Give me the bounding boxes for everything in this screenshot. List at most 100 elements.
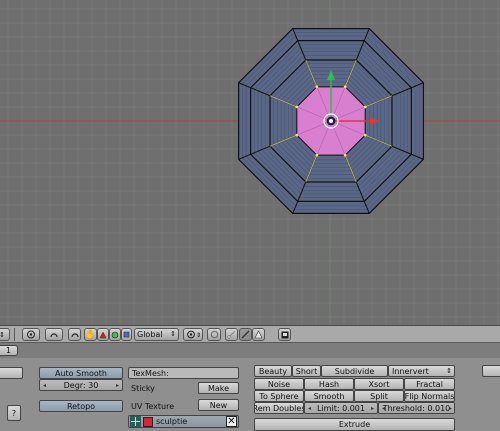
uv-layer-row[interactable]: sculptie ✕: [128, 415, 239, 428]
square-blue-icon: [123, 331, 130, 338]
flip-normals-button[interactable]: Flip Normals: [404, 390, 455, 402]
box-mode-button[interactable]: [121, 328, 132, 341]
retopo-button[interactable]: Retopo: [39, 400, 123, 412]
pivot-button[interactable]: ⇕: [183, 328, 203, 341]
limit-value: Limit: 0.001: [317, 403, 365, 413]
threshold-field[interactable]: ◂ Threshold: 0.010 ▸: [378, 402, 455, 414]
render-view-button[interactable]: [278, 328, 291, 341]
smooth-label: Smooth: [313, 391, 345, 401]
proportional-edit-button[interactable]: [207, 328, 221, 341]
left-panel-button[interactable]: [0, 367, 23, 379]
new-uv-button[interactable]: New: [198, 399, 239, 411]
selected-vertex[interactable]: [343, 153, 347, 157]
short-toggle[interactable]: Short: [292, 365, 321, 377]
orientation-select[interactable]: Global ⇕: [134, 328, 179, 341]
object-mode-icon: [27, 330, 35, 339]
xsort-label: Xsort: [368, 379, 390, 389]
frame-field-value: 1: [5, 346, 11, 355]
circle-green-icon: [111, 331, 119, 338]
xsort-button[interactable]: Xsort: [354, 378, 404, 390]
mode-select-button[interactable]: [22, 328, 40, 341]
fractal-button[interactable]: Fractal: [404, 378, 455, 390]
active-uv-icon[interactable]: [130, 416, 141, 427]
to-sphere-label: To Sphere: [259, 391, 299, 401]
subdivide-button[interactable]: Subdivide: [321, 365, 388, 377]
edge-select-button[interactable]: [239, 328, 252, 341]
frame-field[interactable]: 1: [0, 345, 18, 356]
selected-vertex[interactable]: [363, 105, 367, 109]
rotate-mode-button[interactable]: [97, 328, 109, 341]
svg-text:⇕: ⇕: [196, 332, 200, 339]
view-header: ⇕ ✋ Global ⇕ ⇕: [0, 325, 500, 343]
image-icon: [281, 331, 288, 338]
selected-vertex[interactable]: [295, 133, 299, 137]
auto-smooth-button[interactable]: Auto Smooth: [39, 367, 123, 379]
help-label: ?: [11, 408, 17, 418]
select-arrows-icon: ⇕: [170, 330, 176, 338]
left-arrow-icon: ◂: [308, 405, 312, 412]
help-button[interactable]: ?: [7, 405, 21, 421]
rem-doubles-button[interactable]: Rem Doubles: [254, 402, 304, 414]
sticky-label: Sticky: [131, 384, 155, 393]
limit-field[interactable]: ◂ Limit: 0.001 ▸: [304, 402, 378, 414]
triangle-red-icon: [99, 330, 107, 338]
layers-button[interactable]: [68, 328, 81, 341]
hash-button[interactable]: Hash: [304, 378, 354, 390]
selected-vertex[interactable]: [315, 153, 319, 157]
draw-type-icon: [50, 333, 58, 338]
innervert-label: Innervert: [392, 366, 429, 376]
make-label: Make: [207, 383, 230, 393]
beauty-toggle[interactable]: Beauty: [254, 365, 292, 377]
vertex-select-button[interactable]: [225, 328, 238, 341]
blender-window: ⇕ ✋ Global ⇕ ⇕ 1 ? Auto Smooth ◂ Degr: 3…: [0, 0, 500, 431]
texmesh-field[interactable]: TexMesh:: [128, 367, 239, 379]
buttons-window-header: 1: [0, 343, 500, 358]
right-panel-button[interactable]: [482, 365, 500, 377]
split-label: Split: [370, 391, 388, 401]
extrude-button[interactable]: Extrude: [254, 418, 455, 431]
selected-vertex[interactable]: [315, 85, 319, 89]
face-select-button[interactable]: [252, 328, 265, 341]
noise-label: Noise: [267, 379, 291, 389]
proportional-edit-icon: [210, 330, 218, 339]
right-arrow-icon: ▸: [370, 405, 374, 412]
right-arrow-icon: ▸: [448, 405, 452, 412]
origin-dot: [329, 119, 333, 123]
header-divider: [14, 328, 15, 341]
face-select-icon: [254, 330, 263, 339]
view-menu-button[interactable]: ⇕: [0, 328, 10, 341]
short-label: Short: [295, 366, 318, 376]
select-arrows-icon: ⇕: [446, 367, 452, 375]
hand-icon: ✋: [84, 329, 97, 340]
threshold-value: Threshold: 0.010: [382, 403, 451, 413]
selected-vertex[interactable]: [343, 85, 347, 89]
degree-field[interactable]: ◂ Degr: 30 ▸: [39, 379, 123, 391]
retopo-label: Retopo: [66, 401, 96, 411]
selected-vertex[interactable]: [295, 105, 299, 109]
render-uv-icon[interactable]: [143, 416, 153, 427]
split-button[interactable]: Split: [354, 390, 404, 402]
grab-mode-button[interactable]: ✋: [84, 328, 97, 341]
edge-select-icon: [241, 330, 250, 339]
degree-value: Degr: 30: [63, 380, 99, 390]
innervert-select[interactable]: Innervert ⇕: [388, 365, 455, 377]
auto-smooth-label: Auto Smooth: [55, 368, 107, 378]
scale-mode-button[interactable]: [109, 328, 121, 341]
viewport-canvas[interactable]: [0, 0, 500, 325]
beauty-label: Beauty: [258, 366, 288, 376]
delete-uv-icon[interactable]: ✕: [226, 416, 237, 427]
buttons-window: ? Auto Smooth ◂ Degr: 30 ▸ Retopo TexMes…: [0, 358, 500, 431]
noise-button[interactable]: Noise: [254, 378, 304, 390]
3d-viewport[interactable]: [0, 0, 500, 325]
make-sticky-button[interactable]: Make: [198, 382, 239, 394]
to-sphere-button[interactable]: To Sphere: [254, 390, 304, 402]
texmesh-label: TexMesh:: [132, 368, 169, 378]
new-label: New: [209, 400, 228, 410]
smooth-button[interactable]: Smooth: [304, 390, 354, 402]
selected-vertex[interactable]: [363, 133, 367, 137]
draw-type-button[interactable]: [45, 328, 63, 341]
left-arrow-icon: ◂: [382, 405, 386, 412]
flip-normals-label: Flip Normals: [404, 391, 455, 401]
layers-icon: [70, 332, 79, 337]
extrude-label: Extrude: [338, 420, 371, 429]
